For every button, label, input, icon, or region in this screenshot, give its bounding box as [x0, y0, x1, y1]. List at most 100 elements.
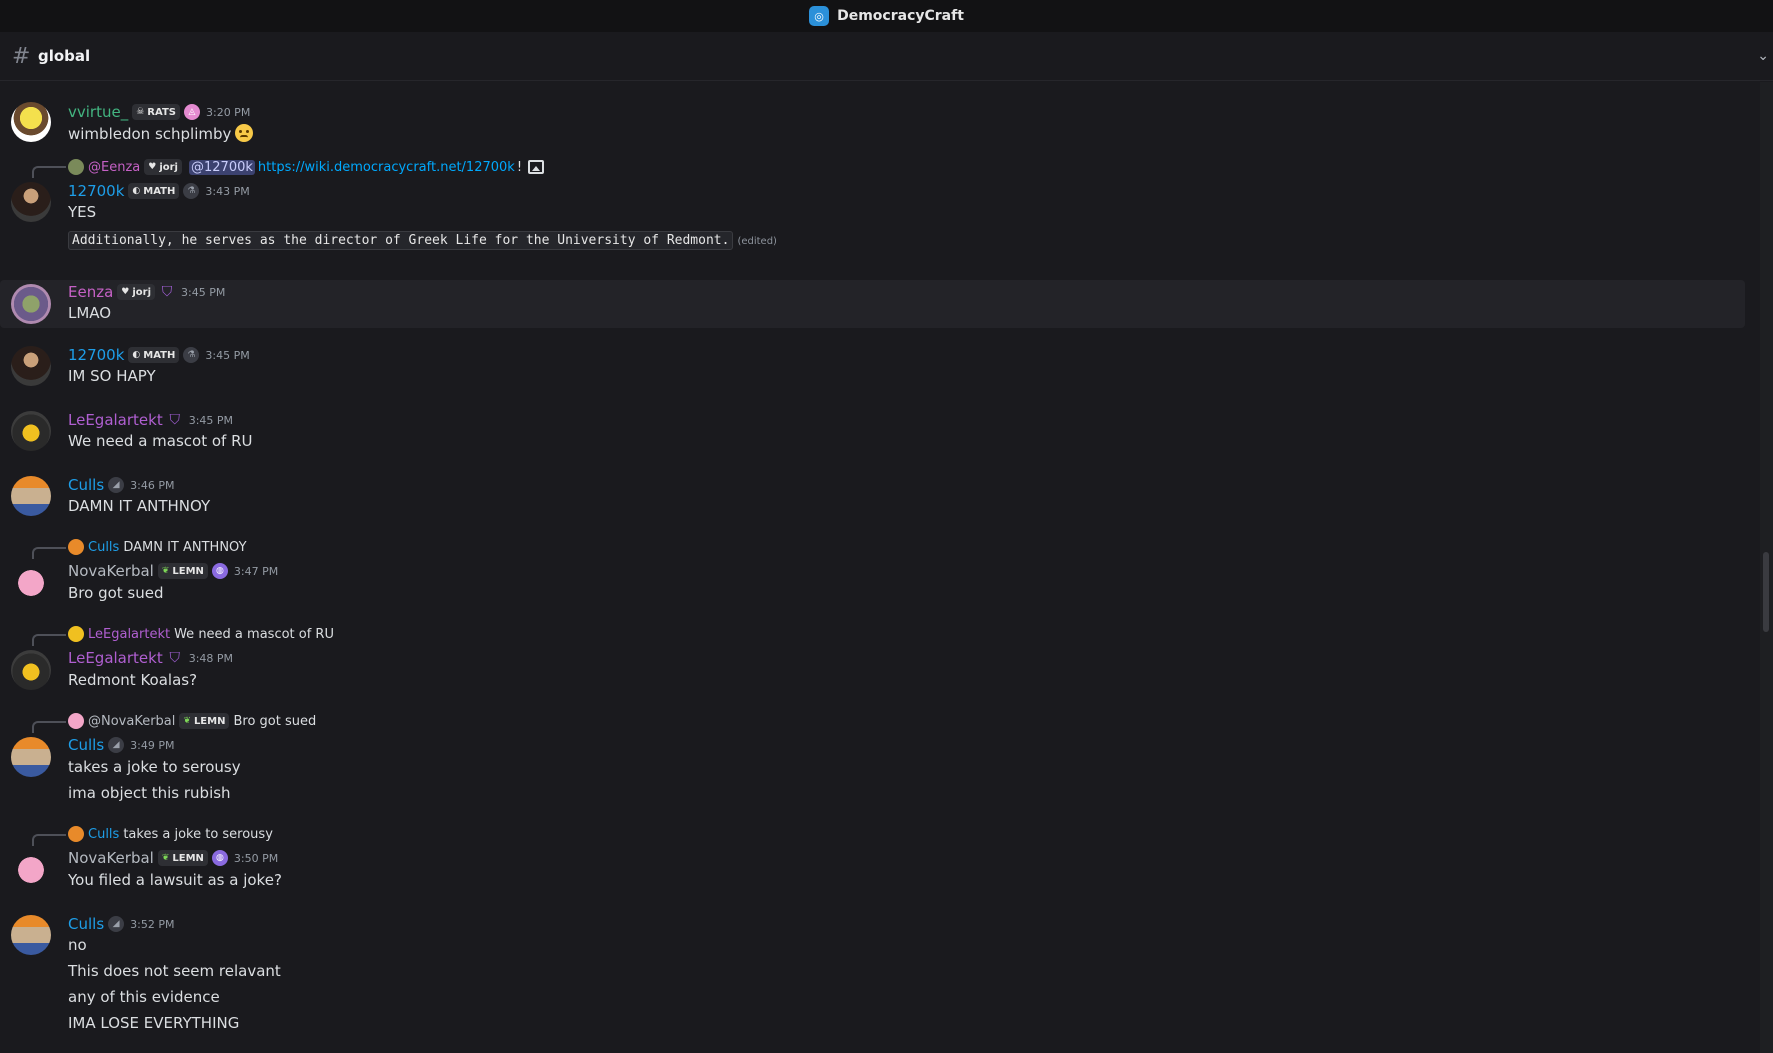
avatar[interactable]	[11, 650, 51, 690]
avatar[interactable]	[11, 346, 51, 386]
reply-author[interactable]: @NovaKerbal	[88, 714, 175, 729]
avatar[interactable]	[11, 102, 51, 142]
heart-icon: ♥	[148, 162, 157, 172]
reply-text: Bro got sued	[233, 713, 317, 729]
message[interactable]: Culls ◢ 3:46 PM DAMN IT ANTHNOY	[0, 468, 1745, 528]
message-text: DAMN IT ANTHNOY	[68, 497, 211, 515]
role-badge-icon[interactable]: ◢	[108, 737, 125, 753]
reply-avatar	[68, 626, 84, 642]
message[interactable]: Culls ◢ 3:52 PM no This does not seem re…	[0, 907, 1745, 1047]
chevron-down-icon[interactable]: ⌄	[1757, 48, 1769, 64]
reply-author[interactable]: Culls	[88, 540, 119, 555]
role-tag[interactable]: ♥ jorj	[117, 284, 156, 300]
reply-author[interactable]: @Eenza	[88, 160, 140, 175]
role-badge-icon[interactable]: ◢	[108, 916, 125, 932]
reply-author[interactable]: Culls	[88, 827, 119, 842]
message-text: This does not seem relavant	[68, 962, 281, 980]
role-badge-icon[interactable]: ◬	[183, 104, 200, 120]
role-tag[interactable]: ◐ MATH	[128, 183, 180, 199]
username[interactable]: Culls	[68, 736, 104, 754]
message-text: You filed a lawsuit as a joke?	[68, 871, 282, 889]
role-badge-icon[interactable]: ◍	[211, 563, 228, 579]
username[interactable]: LeEgalartekt	[68, 411, 163, 429]
role-tag[interactable]: ☠ RATS	[132, 104, 180, 120]
leaf-icon: ❦	[161, 566, 170, 576]
edited-label: (edited)	[737, 236, 777, 247]
message-text: no	[68, 936, 87, 954]
reply-author[interactable]: LeEgalartekt	[88, 627, 170, 642]
timestamp: 3:50 PM	[233, 851, 279, 865]
reply-text: takes a joke to serousy	[123, 826, 273, 842]
username[interactable]: vvirtue_	[68, 103, 128, 121]
reply-preview[interactable]: @Eenza ♥ jorj @12700k https://wiki.democr…	[68, 158, 545, 176]
message[interactable]: Culls takes a joke to serousy NovaKerbal…	[0, 820, 1745, 900]
reply-connector	[32, 834, 66, 846]
message-text: wimbledon schplimby	[68, 125, 232, 143]
avatar[interactable]	[11, 476, 51, 516]
message-text: ima object this rubish	[68, 784, 231, 802]
role-tag[interactable]: ❦ LEMN	[157, 563, 208, 579]
timestamp: 3:48 PM	[188, 651, 234, 665]
username[interactable]: Eenza	[68, 283, 113, 301]
avatar[interactable]	[11, 284, 51, 324]
avatar[interactable]	[11, 915, 51, 955]
reply-preview[interactable]: Culls takes a joke to serousy	[68, 825, 273, 843]
username[interactable]: NovaKerbal	[68, 562, 154, 580]
reply-avatar	[68, 539, 84, 555]
message-text: IMA LOSE EVERYTHING	[68, 1014, 240, 1032]
username[interactable]: NovaKerbal	[68, 849, 154, 867]
window-titlebar: ◎ DemocracyCraft	[0, 0, 1773, 32]
reply-preview[interactable]: Culls DAMN IT ANTHNOY	[68, 538, 247, 556]
grimace-emoji-icon	[235, 124, 254, 142]
message[interactable]: LeEgalartekt We need a mascot of RU LeEg…	[0, 620, 1745, 700]
role-tag: ♥ jorj	[144, 159, 182, 175]
timestamp: 3:20 PM	[205, 105, 251, 119]
username[interactable]: 12700k	[68, 346, 124, 364]
avatar[interactable]	[11, 563, 51, 603]
avatar[interactable]	[11, 850, 51, 890]
message[interactable]: @Eenza ♥ jorj @12700k https://wiki.democr…	[0, 152, 1745, 252]
avatar[interactable]	[11, 737, 51, 777]
role-badge-icon[interactable]: ⚗	[183, 347, 200, 363]
reply-connector	[32, 721, 66, 733]
timestamp: 3:47 PM	[233, 564, 279, 578]
timestamp: 3:52 PM	[130, 917, 175, 931]
username[interactable]: Culls	[68, 476, 104, 494]
role-tag[interactable]: ◐ MATH	[128, 347, 180, 363]
reply-suffix: !	[516, 159, 523, 175]
message[interactable]: LeEgalartekt ⛉ 3:45 PM We need a mascot …	[0, 403, 1745, 463]
moon-icon: ◐	[132, 350, 141, 360]
reply-link[interactable]: https://wiki.democracycraft.net/12700k	[258, 160, 515, 175]
shield-icon[interactable]: ⛉	[167, 650, 183, 666]
timestamp: 3:45 PM	[181, 285, 226, 299]
hash-icon: #	[12, 43, 31, 69]
message[interactable]: Culls DAMN IT ANTHNOY NovaKerbal ❦ LEMN ◍…	[0, 533, 1745, 613]
avatar[interactable]	[11, 411, 51, 451]
message-text: takes a joke to serousy	[68, 758, 241, 776]
reply-connector	[32, 547, 66, 559]
reply-preview[interactable]: LeEgalartekt We need a mascot of RU	[68, 625, 334, 643]
username[interactable]: LeEgalartekt	[68, 649, 163, 667]
role-badge-icon[interactable]: ⚗	[183, 183, 200, 199]
message-text: We need a mascot of RU	[68, 432, 253, 450]
message[interactable]: vvirtue_ ☠ RATS ◬ 3:20 PM wimbledon schpl…	[0, 82, 1745, 152]
username[interactable]: 12700k	[68, 182, 124, 200]
mention[interactable]: @12700k	[189, 159, 255, 175]
message-text: LMAO	[68, 304, 112, 322]
role-badge-icon[interactable]: ◢	[108, 477, 125, 493]
channel-name: global	[38, 47, 91, 65]
message[interactable]: 12700k ◐ MATH ⚗ 3:45 PM IM SO HAPY	[0, 338, 1745, 398]
window-title: DemocracyCraft	[837, 8, 964, 24]
reply-preview[interactable]: @NovaKerbal ❦ LEMN Bro got sued	[68, 712, 316, 730]
avatar[interactable]	[11, 182, 51, 222]
message[interactable]: @NovaKerbal ❦ LEMN Bro got sued Culls ◢ 3…	[0, 707, 1745, 812]
shield-icon[interactable]: ⛉	[159, 284, 175, 300]
scrollbar-thumb[interactable]	[1763, 552, 1769, 632]
message[interactable]: Eenza ♥ jorj ⛉ 3:45 PM LMAO	[0, 280, 1745, 328]
username[interactable]: Culls	[68, 915, 104, 933]
shield-icon[interactable]: ⛉	[167, 412, 183, 428]
role-badge-icon[interactable]: ◍	[211, 850, 228, 866]
message-text: IM SO HAPY	[68, 367, 156, 385]
reply-avatar	[68, 159, 84, 175]
role-tag[interactable]: ❦ LEMN	[157, 850, 208, 866]
